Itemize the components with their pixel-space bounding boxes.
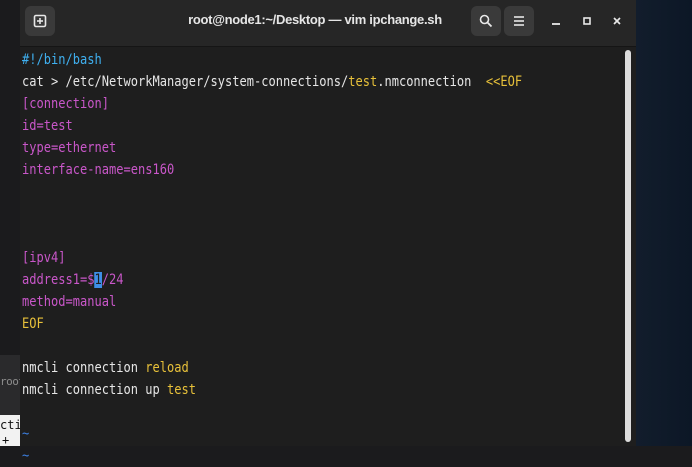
background-terminal-window[interactable]: root cti + — [0, 355, 25, 447]
code-token: address1=$ — [22, 272, 95, 288]
code-token: [connection] — [22, 96, 109, 112]
editor-line[interactable]: nmcli connection reload — [22, 357, 189, 379]
maximize-icon — [583, 17, 591, 25]
minimize-button[interactable] — [545, 10, 567, 32]
background-window-panel[interactable]: cti + — [0, 415, 22, 447]
code-token: test — [348, 74, 378, 90]
code-token: /24 — [101, 272, 124, 288]
code-token: EOF — [22, 316, 44, 332]
editor-line[interactable]: id=test — [22, 115, 73, 137]
window-title: root@node1:~/Desktop — vim ipchange.sh — [188, 12, 442, 27]
search-button[interactable] — [471, 6, 501, 36]
editor-line[interactable]: method=manual — [22, 291, 116, 313]
editor-line[interactable]: ~ — [22, 445, 29, 467]
code-token: .nmconnection — [377, 74, 486, 90]
desktop-background — [636, 0, 692, 446]
editor-line[interactable]: interface-name=ens160 — [22, 159, 174, 181]
background-window-text-3: + — [2, 433, 10, 447]
code-token: method=manual — [22, 294, 117, 310]
maximize-button[interactable] — [576, 10, 598, 32]
background-window-text-2: cti — [0, 418, 22, 432]
search-icon — [479, 14, 493, 28]
editor-line[interactable]: ~ — [22, 423, 29, 445]
code-token: ~ — [22, 426, 30, 442]
editor-line[interactable]: [ipv4] — [22, 247, 65, 269]
new-tab-icon — [33, 14, 47, 28]
new-tab-button[interactable] — [25, 6, 55, 36]
editor-line[interactable]: cat > /etc/NetworkManager/system-connect… — [22, 71, 522, 93]
code-token: type=ethernet — [22, 140, 117, 156]
title-bar[interactable]: root@node1:~/Desktop — vim ipchange.sh — [20, 0, 636, 47]
vim-editor-area[interactable]: #!/bin/bash cat > /etc/NetworkManager/sys… — [20, 47, 626, 464]
code-token: <<EOF — [485, 74, 523, 90]
code-token: test — [166, 382, 196, 398]
code-token: reload — [145, 360, 189, 376]
terminal-window[interactable]: root@node1:~/Desktop — vim ipchange.sh #… — [20, 0, 636, 464]
code-token: nmcli connection up — [22, 382, 167, 398]
close-button[interactable] — [606, 10, 628, 32]
editor-line[interactable]: address1=$1/24 — [22, 269, 124, 291]
minimize-icon — [552, 23, 560, 25]
code-token: id=test — [22, 118, 73, 134]
code-token: [ipv4] — [22, 250, 66, 266]
code-token: nmcli connection — [22, 360, 146, 376]
code-token: #!/bin/bash — [22, 52, 102, 68]
hamburger-menu-icon — [514, 16, 524, 26]
code-token: cat > /etc/NetworkManager/system-connect… — [22, 74, 349, 90]
editor-line[interactable]: nmcli connection up test — [22, 379, 196, 401]
code-token: interface-name=ens160 — [22, 162, 175, 178]
editor-line[interactable]: [connection] — [22, 93, 109, 115]
scrollbar[interactable] — [625, 50, 631, 442]
editor-line[interactable]: #!/bin/bash — [22, 49, 102, 71]
menu-button[interactable] — [504, 6, 534, 36]
text-cursor: 1 — [94, 272, 102, 288]
desktop-wallpaper — [636, 0, 692, 446]
editor-line[interactable]: type=ethernet — [22, 137, 116, 159]
editor-line[interactable]: EOF — [22, 313, 44, 335]
close-icon — [613, 17, 621, 25]
code-token: ~ — [22, 448, 30, 464]
